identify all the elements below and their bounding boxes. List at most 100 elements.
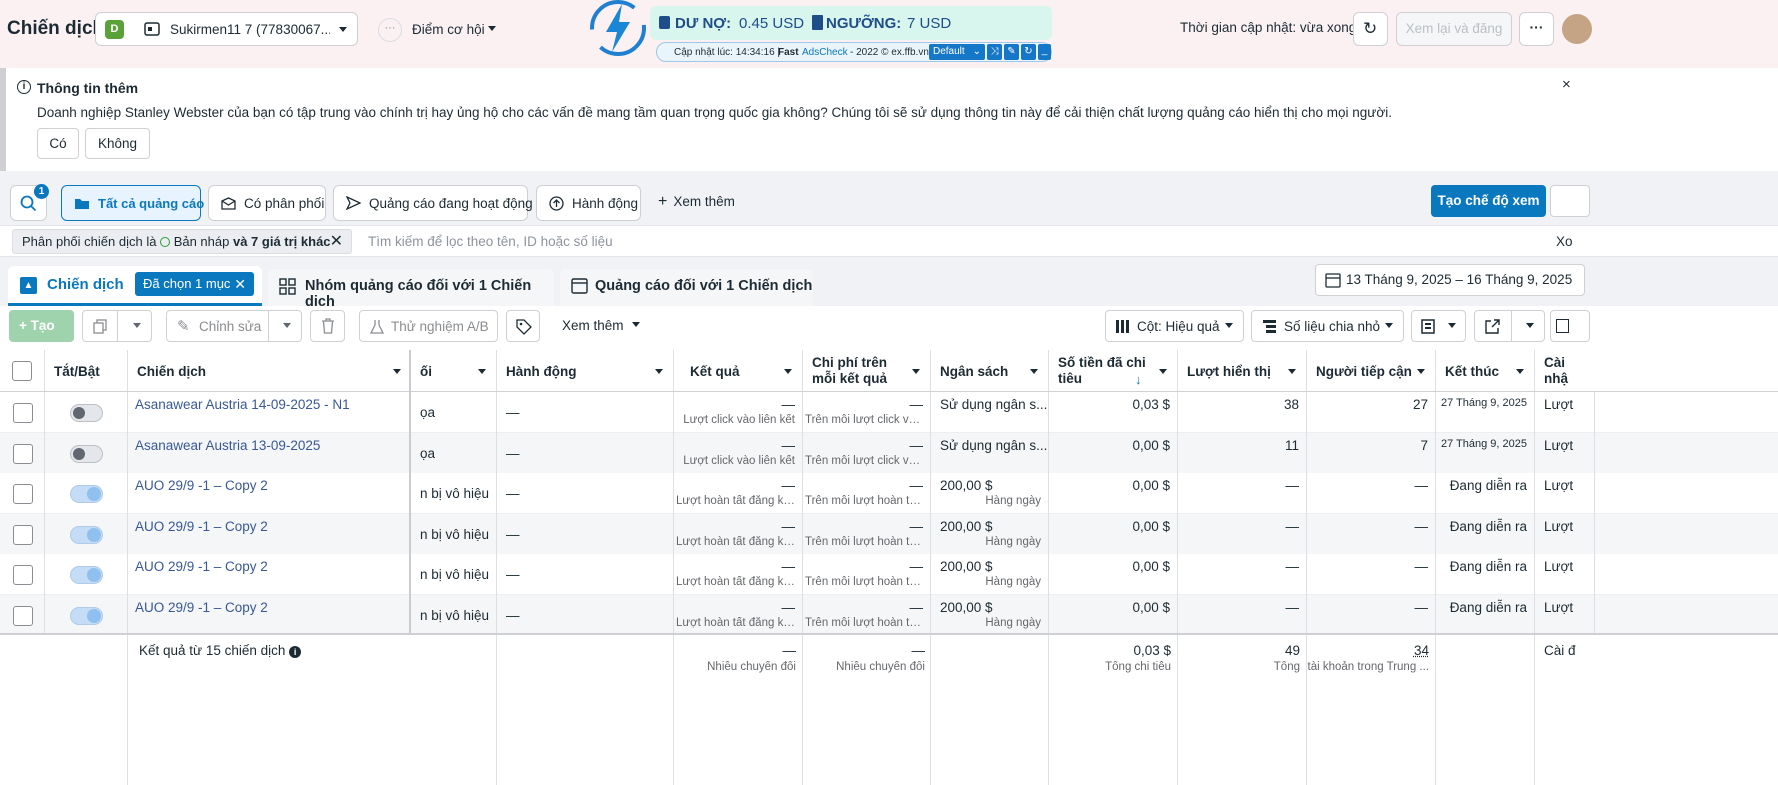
- header-amount-spent[interactable]: Số tiền đã chi tiêu ↓: [1049, 350, 1178, 392]
- export-dropdown[interactable]: [1474, 310, 1545, 342]
- table-row[interactable]: AUO 29/9 -1 – Copy 2n bị vô hiệu — — Lượt h…: [0, 473, 1778, 514]
- row-settings: Lượt: [1544, 437, 1574, 453]
- filter-search-input[interactable]: Tìm kiếm để lọc theo tên, ID hoặc số liệ…: [368, 234, 613, 249]
- opportunity-score[interactable]: ··· Điểm cơ hội: [378, 17, 500, 43]
- avatar[interactable]: [1562, 14, 1592, 44]
- header-toggle[interactable]: Tắt/Bật: [45, 350, 128, 392]
- row-checkbox[interactable]: [13, 403, 33, 423]
- edit-icon[interactable]: ✎: [1004, 44, 1019, 60]
- header-settings[interactable]: Cài nhậ: [1535, 350, 1595, 392]
- row-results-sub: Lượt click vào liên kết: [683, 454, 795, 467]
- row-delivery: n bị vô hiệu: [420, 526, 490, 542]
- row-checkbox[interactable]: [13, 443, 33, 464]
- table-row[interactable]: AUO 29/9 -1 – Copy 2n bị vô hiệu — — Lượt h…: [0, 513, 1778, 555]
- calendar-icon: [1325, 272, 1341, 291]
- summary-cpr: —: [911, 643, 926, 658]
- row-toggle-switch[interactable]: [70, 566, 103, 584]
- edit-button[interactable]: ✎ Chỉnh sửa: [166, 310, 302, 342]
- create-label: Tạo: [30, 318, 55, 333]
- campaign-name-link[interactable]: AUO 29/9 -1 – Copy 2: [135, 519, 268, 534]
- campaign-name-link[interactable]: AUO 29/9 -1 – Copy 2: [135, 600, 268, 615]
- side-panel-button[interactable]: [1550, 185, 1590, 217]
- row-checkbox[interactable]: [13, 565, 33, 585]
- active-ads-filter[interactable]: Quảng cáo đang hoạt động: [333, 185, 533, 221]
- header-select-all[interactable]: [0, 350, 45, 392]
- row-cpr-cell: — Trên mỗi lượt hoàn tất...: [803, 513, 931, 555]
- header-actions[interactable]: Hành động: [497, 350, 674, 392]
- header-budget[interactable]: Ngân sách: [931, 350, 1049, 392]
- header-cost-per-result[interactable]: Chi phí trên mỗi kết quả: [803, 350, 931, 392]
- shuffle-icon[interactable]: ⤨: [987, 44, 1002, 60]
- ab-test-button[interactable]: Thử nghiệm A/B: [359, 310, 498, 342]
- filter-chip[interactable]: Phân phối chiến dịch là Bản nháp và 7 gi…: [12, 229, 352, 254]
- reports-dropdown[interactable]: [1411, 310, 1466, 342]
- row-toggle-switch[interactable]: [70, 404, 103, 422]
- header-campaign[interactable]: Chiến dịch: [128, 350, 411, 392]
- row-checkbox[interactable]: [13, 524, 33, 545]
- duplicate-button[interactable]: [82, 310, 152, 342]
- row-toggle-switch[interactable]: [70, 485, 103, 503]
- tab-ads[interactable]: Quảng cáo đối với 1 Chiến dịch: [560, 269, 813, 306]
- table-row[interactable]: Asanawear Austria 14-09-2025 - N1 ọa — — Lượ…: [0, 392, 1778, 433]
- updated-time: Cập nhật lúc: 14:34:16 |: [674, 47, 781, 58]
- tab-adsets[interactable]: Nhóm quảng cáo đối với 1 Chiến dịch: [268, 269, 554, 310]
- row-toggle-cell: [45, 432, 128, 474]
- clear-filters-link[interactable]: Xo: [1556, 234, 1573, 249]
- row-toggle-switch[interactable]: [70, 606, 103, 625]
- row-actions-cell: —: [497, 594, 674, 636]
- close-icon[interactable]: ×: [1562, 76, 1571, 93]
- actions-filter[interactable]: Hành động: [536, 185, 641, 221]
- refresh-button[interactable]: ↻: [1353, 12, 1388, 46]
- select-all-checkbox[interactable]: [12, 361, 32, 381]
- row-budget-sub: Hàng ngày: [985, 535, 1041, 548]
- create-view-button[interactable]: Tạo chế độ xem: [1431, 185, 1546, 217]
- has-delivery-filter[interactable]: Có phân phối: [208, 185, 326, 221]
- row-budget: 200,00 $: [940, 478, 993, 493]
- minimize-icon[interactable]: _: [1038, 44, 1051, 60]
- breakdown-dropdown[interactable]: Số liệu chia nhỏ: [1251, 310, 1404, 342]
- row-checkbox[interactable]: [13, 605, 33, 626]
- see-more-filter[interactable]: + Xem thêm: [658, 193, 735, 211]
- row-checkbox[interactable]: [13, 484, 33, 504]
- header-reach[interactable]: Người tiếp cận: [1307, 350, 1436, 392]
- tab-campaigns[interactable]: ▲ Chiến dịch Đã chọn 1 mục ✕: [8, 266, 262, 306]
- campaign-name-link[interactable]: AUO 29/9 -1 – Copy 2: [135, 478, 268, 493]
- header-results[interactable]: Kết quả: [674, 350, 803, 392]
- campaign-name-link[interactable]: Asanawear Austria 13-09-2025: [135, 438, 320, 453]
- review-publish-button[interactable]: Xem lại và đăng: [1396, 12, 1512, 46]
- account-selector[interactable]: D Sukirmen11 7 (77830067...: [95, 12, 358, 46]
- selected-badge[interactable]: Đã chọn 1 mục ✕: [135, 272, 254, 296]
- header-impressions[interactable]: Lượt hiển thị: [1178, 350, 1307, 392]
- no-button[interactable]: Không: [85, 128, 150, 159]
- create-button[interactable]: + Tạo: [9, 310, 74, 342]
- more-options-button[interactable]: ···: [1519, 12, 1554, 46]
- header-delivery[interactable]: ối: [411, 350, 497, 392]
- profile-select[interactable]: Default ⌄: [929, 44, 985, 60]
- campaign-name-link[interactable]: Asanawear Austria 14-09-2025 - N1: [135, 397, 350, 412]
- row-checkbox-cell: [0, 513, 45, 555]
- table-row[interactable]: Asanawear Austria 13-09-2025 ọa — — Lượt cli…: [0, 432, 1778, 474]
- more-dropdown[interactable]: Xem thêm: [562, 318, 642, 333]
- refresh-icon[interactable]: ↻: [1021, 44, 1036, 60]
- campaign-name-link[interactable]: AUO 29/9 -1 – Copy 2: [135, 559, 268, 574]
- row-toggle-cell: [45, 392, 128, 433]
- row-toggle-switch[interactable]: [70, 444, 103, 463]
- row-reach: —: [1414, 559, 1429, 574]
- header-reach-label: Người tiếp cận: [1316, 363, 1412, 379]
- columns-dropdown[interactable]: Cột: Hiệu quả: [1105, 310, 1244, 342]
- tag-button[interactable]: [506, 310, 540, 342]
- table-row[interactable]: AUO 29/9 -1 – Copy 2n bị vô hiệu — — Lượt h…: [0, 554, 1778, 595]
- row-checkbox-cell: [0, 594, 45, 636]
- date-range-picker[interactable]: 13 Tháng 9, 2025 – 16 Tháng 9, 2025: [1315, 264, 1585, 296]
- table-row[interactable]: AUO 29/9 -1 – Copy 2n bị vô hiệu — — Lượt h…: [0, 594, 1778, 636]
- chart-button[interactable]: [1550, 310, 1590, 342]
- row-toggle-switch[interactable]: [70, 525, 103, 544]
- yes-button[interactable]: Có: [37, 128, 79, 159]
- header-ends[interactable]: Kết thúc: [1436, 350, 1535, 392]
- close-icon[interactable]: ✕: [234, 272, 246, 296]
- delete-button[interactable]: [310, 310, 345, 342]
- info-icon[interactable]: i: [289, 646, 302, 658]
- row-checkbox-cell: [0, 473, 45, 514]
- all-ads-filter[interactable]: Tất cả quảng cáo: [61, 185, 204, 221]
- close-icon[interactable]: ✕: [330, 230, 343, 253]
